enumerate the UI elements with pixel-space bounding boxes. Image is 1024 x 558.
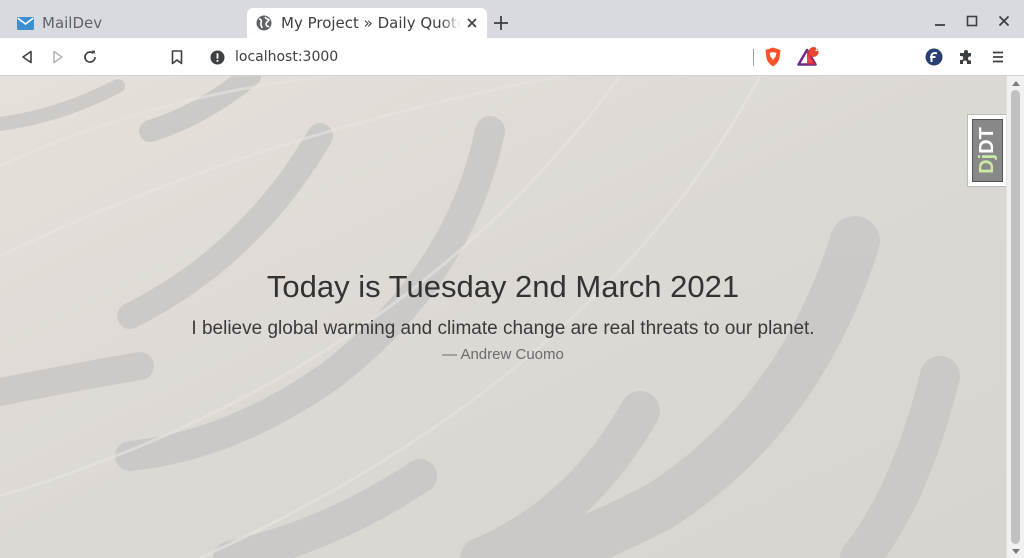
forward-icon[interactable]: [47, 46, 69, 68]
minimize-icon[interactable]: [929, 10, 951, 32]
url-separator: [753, 49, 754, 66]
vertical-scrollbar[interactable]: [1006, 76, 1024, 558]
tab-title: My Project » Daily Quote: [281, 14, 461, 32]
quote-content: Today is Tuesday 2nd March 2021 I believ…: [0, 76, 1006, 558]
address-bar[interactable]: localhost:3000: [199, 43, 827, 71]
close-window-icon[interactable]: [993, 10, 1015, 32]
tab-maildev[interactable]: MailDev: [8, 8, 244, 38]
brave-rewards-icon[interactable]: 1: [797, 45, 819, 68]
tab-strip: MailDev My Project » Daily Quote: [0, 0, 1024, 38]
info-icon[interactable]: [210, 50, 225, 65]
django-debug-toolbar-handle[interactable]: DjDT: [967, 114, 1006, 187]
back-icon[interactable]: [16, 46, 38, 68]
new-tab-icon[interactable]: [490, 12, 512, 34]
tab-daily-quote[interactable]: My Project » Daily Quote: [247, 8, 487, 38]
bookmark-icon[interactable]: [166, 46, 188, 68]
reload-icon[interactable]: [79, 46, 101, 68]
rewards-badge: 1: [814, 45, 819, 53]
scrollbar-thumb[interactable]: [1011, 90, 1020, 544]
quote-text: I believe global warming and climate cha…: [191, 318, 815, 339]
browser-toolbar: localhost:3000 1: [0, 38, 1024, 76]
menu-icon[interactable]: [987, 46, 1009, 68]
djdt-label: DjDT: [976, 127, 999, 174]
date-headline: Today is Tuesday 2nd March 2021: [266, 269, 740, 304]
globe-icon: [255, 14, 273, 32]
extensions-puzzle-icon[interactable]: [955, 46, 977, 68]
close-tab-icon[interactable]: [461, 12, 483, 34]
mail-icon: [16, 14, 34, 32]
scroll-down-arrow-icon[interactable]: [1010, 546, 1022, 556]
maximize-icon[interactable]: [961, 10, 983, 32]
scroll-up-arrow-icon[interactable]: [1010, 78, 1022, 88]
brave-shields-icon[interactable]: [762, 46, 784, 68]
url-text: localhost:3000: [235, 49, 339, 65]
djdt-logo: DjDT: [972, 119, 1003, 182]
fedora-extension-icon[interactable]: [923, 46, 945, 68]
quote-author: — Andrew Cuomo: [442, 346, 564, 363]
tab-title: MailDev: [42, 14, 103, 32]
page-viewport: Today is Tuesday 2nd March 2021 I believ…: [0, 76, 1006, 558]
